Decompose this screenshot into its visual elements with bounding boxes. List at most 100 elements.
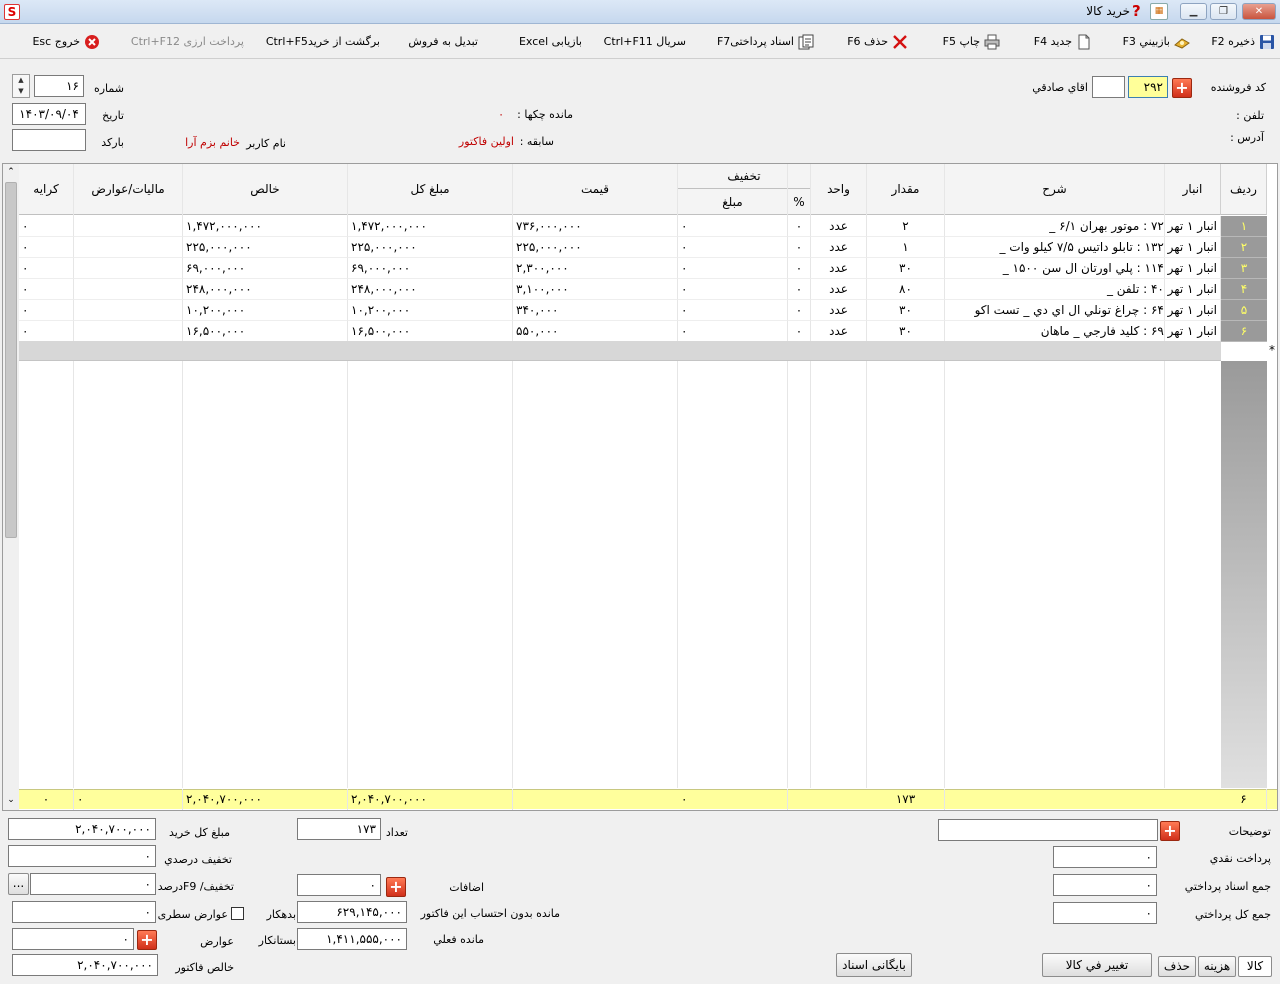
cell-quantity[interactable]: ۳۰ — [867, 321, 945, 342]
cell-unit[interactable]: عدد — [811, 321, 867, 342]
col-header-quantity[interactable]: مقدار — [867, 164, 945, 215]
row-index[interactable]: ۳ — [1221, 258, 1267, 279]
cell-total[interactable]: ۱,۴۷۲,۰۰۰,۰۰۰ — [348, 216, 513, 237]
print-button[interactable]: چاپ F5 — [920, 31, 1000, 53]
cell-price[interactable]: ۷۳۶,۰۰۰,۰۰۰ — [513, 216, 678, 237]
archive-docs-button[interactable]: بایگانی اسناد — [836, 953, 912, 977]
cell-discount-amount[interactable]: ۰ — [678, 321, 788, 342]
total-payment-input[interactable]: ۰ — [1053, 902, 1157, 924]
cell-discount-amount[interactable]: ۰ — [678, 279, 788, 300]
cell-price[interactable]: ۳۴۰,۰۰۰ — [513, 300, 678, 321]
cell-tax[interactable] — [74, 300, 183, 321]
cell-description[interactable]: انبار ۱ تهر ۷۲ : موتور بهران ۶/۱ _ — [945, 216, 1221, 237]
return-from-purchase-button[interactable]: برگشت از خریدCtrl+F5 — [250, 31, 380, 53]
add-vendor-button[interactable]: + — [1172, 78, 1192, 98]
cell-quantity[interactable]: ۱ — [867, 237, 945, 258]
cell-price[interactable]: ۳,۱۰۰,۰۰۰ — [513, 279, 678, 300]
spin-down-icon[interactable]: ▼ — [13, 86, 29, 97]
cell-total[interactable]: ۶۹,۰۰۰,۰۰۰ — [348, 258, 513, 279]
cell-quantity[interactable]: ۳۰ — [867, 258, 945, 279]
cell-description[interactable]: انبار ۱ تهر ۶۴ : چراغ تونلي ال اي دي _ ت… — [945, 300, 1221, 321]
add-additions-button[interactable]: + — [386, 877, 406, 897]
cell-total[interactable]: ۲۲۵,۰۰۰,۰۰۰ — [348, 237, 513, 258]
cell-total[interactable]: ۲۴۸,۰۰۰,۰۰۰ — [348, 279, 513, 300]
tab-goods[interactable]: کالا — [1238, 956, 1272, 977]
review-button[interactable]: بازبيني F3 — [1100, 31, 1190, 53]
cell-price[interactable]: ۲۲۵,۰۰۰,۰۰۰ — [513, 237, 678, 258]
row-index[interactable]: ۲ — [1221, 237, 1267, 258]
cell-unit[interactable]: عدد — [811, 300, 867, 321]
cell-tax[interactable] — [74, 237, 183, 258]
vertical-scrollbar[interactable]: ⌃ ⌄ — [3, 164, 19, 810]
cell-net[interactable]: ۲۲۵,۰۰۰,۰۰۰ — [183, 237, 348, 258]
discount-more-button[interactable]: ... — [8, 873, 29, 895]
cell-net[interactable]: ۱۰,۲۰۰,۰۰۰ — [183, 300, 348, 321]
help-icon[interactable]: ? — [1132, 2, 1144, 20]
col-header-fare[interactable]: کرایه — [19, 164, 74, 215]
line-charges-checkbox[interactable] — [231, 907, 244, 920]
cell-quantity[interactable]: ۲ — [867, 216, 945, 237]
cell-discount-pct[interactable]: ۰ — [788, 258, 811, 279]
cell-fare[interactable]: ۰ — [19, 258, 74, 279]
minimize-button[interactable]: ▁ — [1180, 3, 1207, 20]
percent-discount-input[interactable]: ۰ — [8, 845, 156, 867]
col-header-unit[interactable]: واحد — [811, 164, 867, 215]
notes-input[interactable] — [938, 819, 1158, 841]
col-header-total[interactable]: مبلغ کل — [348, 164, 513, 215]
items-grid[interactable]: ردیف انبار شرح مقدار واحد تخفیف % مبلغ ق… — [2, 163, 1278, 811]
tab-expense[interactable]: هزینه — [1198, 956, 1236, 977]
restore-button[interactable]: ❐ — [1210, 3, 1237, 20]
scroll-down-icon[interactable]: ⌄ — [3, 792, 19, 808]
col-header-discount[interactable]: تخفیف — [678, 164, 811, 189]
cell-total[interactable]: ۱۶,۵۰۰,۰۰۰ — [348, 321, 513, 342]
cell-fare[interactable]: ۰ — [19, 321, 74, 342]
cell-quantity[interactable]: ۸۰ — [867, 279, 945, 300]
cell-unit[interactable]: عدد — [811, 237, 867, 258]
col-header-tax[interactable]: ماليات/عوارض — [74, 164, 183, 215]
line-charges-input[interactable]: ۰ — [12, 901, 156, 923]
add-notes-button[interactable]: + — [1160, 821, 1180, 841]
row-index[interactable]: ۵ — [1221, 300, 1267, 321]
barcode-input[interactable] — [12, 129, 86, 151]
number-input[interactable]: ۱۶ — [34, 75, 84, 97]
serial-button[interactable]: سریال Ctrl+F11 — [586, 31, 686, 53]
save-button[interactable]: ذخیره F2 — [1195, 31, 1275, 53]
cell-description[interactable]: انبار ۱ تهر ۴۰ : تلفن _ — [945, 279, 1221, 300]
new-row[interactable] — [19, 341, 1221, 361]
calculator-icon[interactable]: ▦ — [1150, 3, 1168, 20]
convert-to-sale-button[interactable]: تبدیل به فروش — [388, 31, 478, 53]
cell-fare[interactable]: ۰ — [19, 300, 74, 321]
cell-discount-pct[interactable]: ۰ — [788, 279, 811, 300]
cell-unit[interactable]: عدد — [811, 216, 867, 237]
change-goods-button[interactable]: تغییر في کالا — [1042, 953, 1152, 977]
currency-payment-button[interactable]: پرداخت ارزی Ctrl+F12 — [112, 31, 244, 53]
charges-input[interactable]: ۰ — [12, 928, 134, 950]
exit-button[interactable]: خروج Esc — [20, 31, 100, 53]
cell-description[interactable]: انبار ۱ تهر ۱۱۴ : پلي اورتان ال سن ۱۵۰۰ … — [945, 258, 1221, 279]
cell-discount-pct[interactable]: ۰ — [788, 321, 811, 342]
count-input[interactable]: ۱۷۳ — [297, 818, 381, 840]
cell-fare[interactable]: ۰ — [19, 237, 74, 258]
col-header-row[interactable]: ردیف — [1221, 164, 1267, 215]
cash-payment-input[interactable]: ۰ — [1053, 846, 1157, 868]
cell-discount-amount[interactable]: ۰ — [678, 216, 788, 237]
cell-discount-amount[interactable]: ۰ — [678, 258, 788, 279]
new-button[interactable]: جدید F4 — [1012, 31, 1092, 53]
cell-price[interactable]: ۲,۳۰۰,۰۰۰ — [513, 258, 678, 279]
scroll-up-icon[interactable]: ⌃ — [3, 164, 19, 180]
cell-net[interactable]: ۲۴۸,۰۰۰,۰۰۰ — [183, 279, 348, 300]
cell-tax[interactable] — [74, 321, 183, 342]
cell-discount-pct[interactable]: ۰ — [788, 216, 811, 237]
scroll-thumb[interactable] — [5, 182, 17, 538]
col-header-warehouse[interactable]: انبار — [1165, 164, 1221, 215]
add-charges-button[interactable]: + — [137, 930, 157, 950]
date-input[interactable]: ۱۴۰۳/۰۹/۰۴ — [12, 103, 86, 125]
cell-unit[interactable]: عدد — [811, 279, 867, 300]
payment-docs-button[interactable]: اسناد پرداختیF7 — [694, 31, 814, 53]
delete-row-button[interactable]: حذف — [1158, 956, 1196, 977]
spin-up-icon[interactable]: ▲ — [13, 75, 29, 86]
row-index[interactable]: ۴ — [1221, 279, 1267, 300]
col-header-net[interactable]: خالص — [183, 164, 348, 215]
cell-tax[interactable] — [74, 258, 183, 279]
cell-quantity[interactable]: ۳۰ — [867, 300, 945, 321]
